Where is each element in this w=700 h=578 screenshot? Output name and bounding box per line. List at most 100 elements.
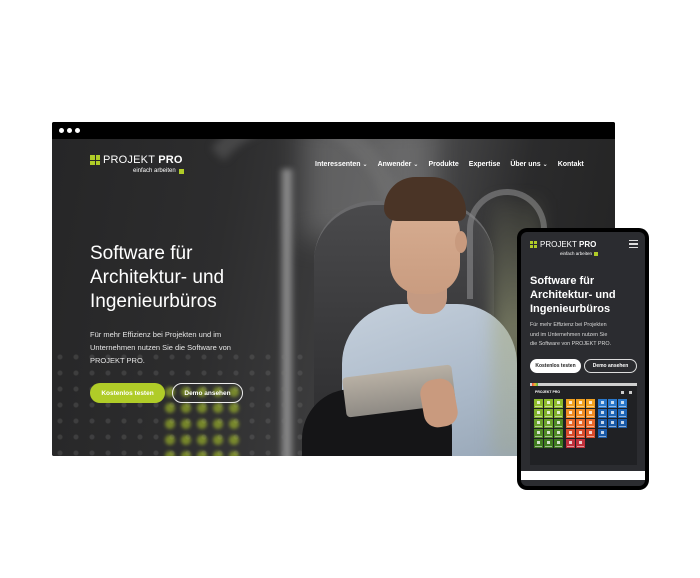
- demo-button[interactable]: Demo ansehen: [172, 383, 243, 403]
- free-trial-button[interactable]: Kostenlos testen: [90, 383, 165, 403]
- app-tile: [554, 419, 563, 428]
- app-tile: [566, 439, 575, 448]
- mobile-demo-button[interactable]: Demo ansehen: [584, 359, 637, 373]
- app-tile: [608, 399, 617, 408]
- app-tile: [544, 419, 553, 428]
- window-dot-icon: [59, 128, 64, 133]
- hero-subtitle-line: PROJEKT PRO.: [90, 356, 145, 365]
- app-tile: [534, 419, 543, 428]
- settings-icon: [621, 390, 624, 394]
- hero-image-person-hair: [384, 177, 466, 221]
- hero-subtitle-line: Für mehr Effizienz bei Projekten: [530, 322, 607, 328]
- app-preview-screenshot: PROJEKT PRO: [530, 383, 637, 465]
- nav-item-kontakt[interactable]: Kontakt: [558, 161, 584, 168]
- app-tile: [554, 439, 563, 448]
- mobile-bottom-bar: [521, 471, 645, 480]
- nav-item-ueber-uns[interactable]: Über uns ⌄: [510, 161, 547, 168]
- app-tile: [618, 399, 627, 408]
- app-tile: [586, 399, 595, 408]
- nav-item-interessenten[interactable]: Interessenten ⌄: [315, 161, 368, 168]
- app-tile: [566, 429, 575, 438]
- app-tile: [566, 409, 575, 418]
- hero-subtitle-line: und im Unternehmen nutzen Sie: [530, 331, 608, 338]
- app-tile: [576, 399, 585, 408]
- nav-item-expertise[interactable]: Expertise: [469, 161, 501, 168]
- app-preview-logo: PROJEKT PRO: [535, 390, 561, 394]
- nav-label: Produkte: [428, 161, 459, 168]
- hero-subtitle-line: Unternehmen nutzen Sie die Software von: [90, 343, 231, 352]
- app-tile-grid: [534, 399, 627, 448]
- app-tile: [598, 429, 607, 438]
- mobile-hero-title: Software für Architektur- und Ingenieurb…: [530, 274, 645, 316]
- hero-subtitle-line: Für mehr Effizienz bei Projekten und im: [90, 330, 222, 339]
- logo-text: PROJEKT PRO: [540, 240, 597, 249]
- tagline-square-icon: [594, 251, 599, 256]
- app-tile: [586, 409, 595, 418]
- tile-group-green: [534, 399, 563, 448]
- hero-title-line: Software für: [90, 243, 193, 264]
- hero-subtitle-line: die Software von PROJEKT PRO.: [530, 341, 612, 347]
- app-preview-header-icons: [621, 390, 632, 394]
- main-navigation: Interessenten ⌄ Anwender ⌄ Produkte Expe…: [315, 161, 584, 168]
- app-tile: [598, 399, 607, 408]
- tile-group-orange-red: [566, 399, 595, 448]
- mobile-site-logo[interactable]: PROJEKT PRO einfach arbeiten: [530, 240, 599, 256]
- app-preview-header: PROJEKT PRO: [530, 386, 637, 394]
- hero-image-person-ear: [455, 231, 467, 253]
- logo-text: PROJEKT PRO: [103, 154, 183, 166]
- logo-tagline: einfach arbeiten: [560, 251, 599, 256]
- window-dot-icon: [67, 128, 72, 133]
- nav-label: Kontakt: [557, 161, 584, 168]
- app-tile: [576, 409, 585, 418]
- mobile-free-trial-button[interactable]: Kostenlos testen: [530, 359, 581, 373]
- hamburger-icon[interactable]: [629, 240, 638, 248]
- tagline-square-icon: [178, 168, 184, 174]
- app-tile: [566, 419, 575, 428]
- user-icon: [629, 390, 632, 394]
- hero-title: Software für Architektur- und Ingenieurb…: [90, 242, 290, 314]
- nav-label: Über uns: [510, 161, 541, 168]
- app-tile: [554, 399, 563, 408]
- nav-item-produkte[interactable]: Produkte: [428, 161, 458, 168]
- app-tile: [544, 439, 553, 448]
- chevron-down-icon: ⌄: [362, 162, 368, 168]
- nav-label: Anwender: [377, 161, 412, 168]
- app-tile: [534, 409, 543, 418]
- hero-title-line: Ingenieurbüros: [530, 303, 611, 315]
- app-tile: [534, 429, 543, 438]
- app-tile: [554, 429, 563, 438]
- logo-mark-icon: [90, 155, 100, 165]
- app-tile: [608, 409, 617, 418]
- app-tile: [586, 419, 595, 428]
- app-tile: [534, 439, 543, 448]
- nav-item-anwender[interactable]: Anwender ⌄: [378, 161, 419, 168]
- app-tile: [576, 419, 585, 428]
- hero-title-line: Architektur- und: [90, 267, 225, 288]
- hero-title-line: Architektur- und: [530, 289, 616, 301]
- tile-group-blue: [598, 399, 627, 448]
- app-tile: [618, 409, 627, 418]
- app-tile: [566, 399, 575, 408]
- app-tile: [618, 419, 627, 428]
- hero-subtitle: Für mehr Effizienz bei Projekten und im …: [90, 328, 260, 367]
- hero-title-line: Ingenieurbüros: [90, 291, 217, 312]
- nav-label: Interessenten: [315, 161, 361, 168]
- app-tile: [554, 409, 563, 418]
- chevron-down-icon: ⌄: [542, 162, 548, 168]
- browser-title-bar: [52, 122, 615, 139]
- app-tile: [586, 429, 595, 438]
- app-tile: [534, 399, 543, 408]
- app-tile: [544, 429, 553, 438]
- mobile-phone-mockup: PROJEKT PRO einfach arbeiten Software fü…: [517, 228, 649, 490]
- hero-title-line: Software für: [530, 275, 595, 287]
- site-logo[interactable]: PROJEKT PRO einfach arbeiten: [90, 154, 184, 174]
- app-tile: [544, 409, 553, 418]
- app-tile: [576, 429, 585, 438]
- logo-mark-icon: [530, 241, 537, 248]
- app-tile: [608, 419, 617, 428]
- mobile-screen: PROJEKT PRO einfach arbeiten Software fü…: [521, 232, 645, 486]
- app-preview-browser-bar: [530, 383, 637, 386]
- nav-label: Expertise: [468, 161, 501, 168]
- app-tile: [544, 399, 553, 408]
- mobile-hero-subtitle: Für mehr Effizienz bei Projekten und im …: [530, 321, 645, 350]
